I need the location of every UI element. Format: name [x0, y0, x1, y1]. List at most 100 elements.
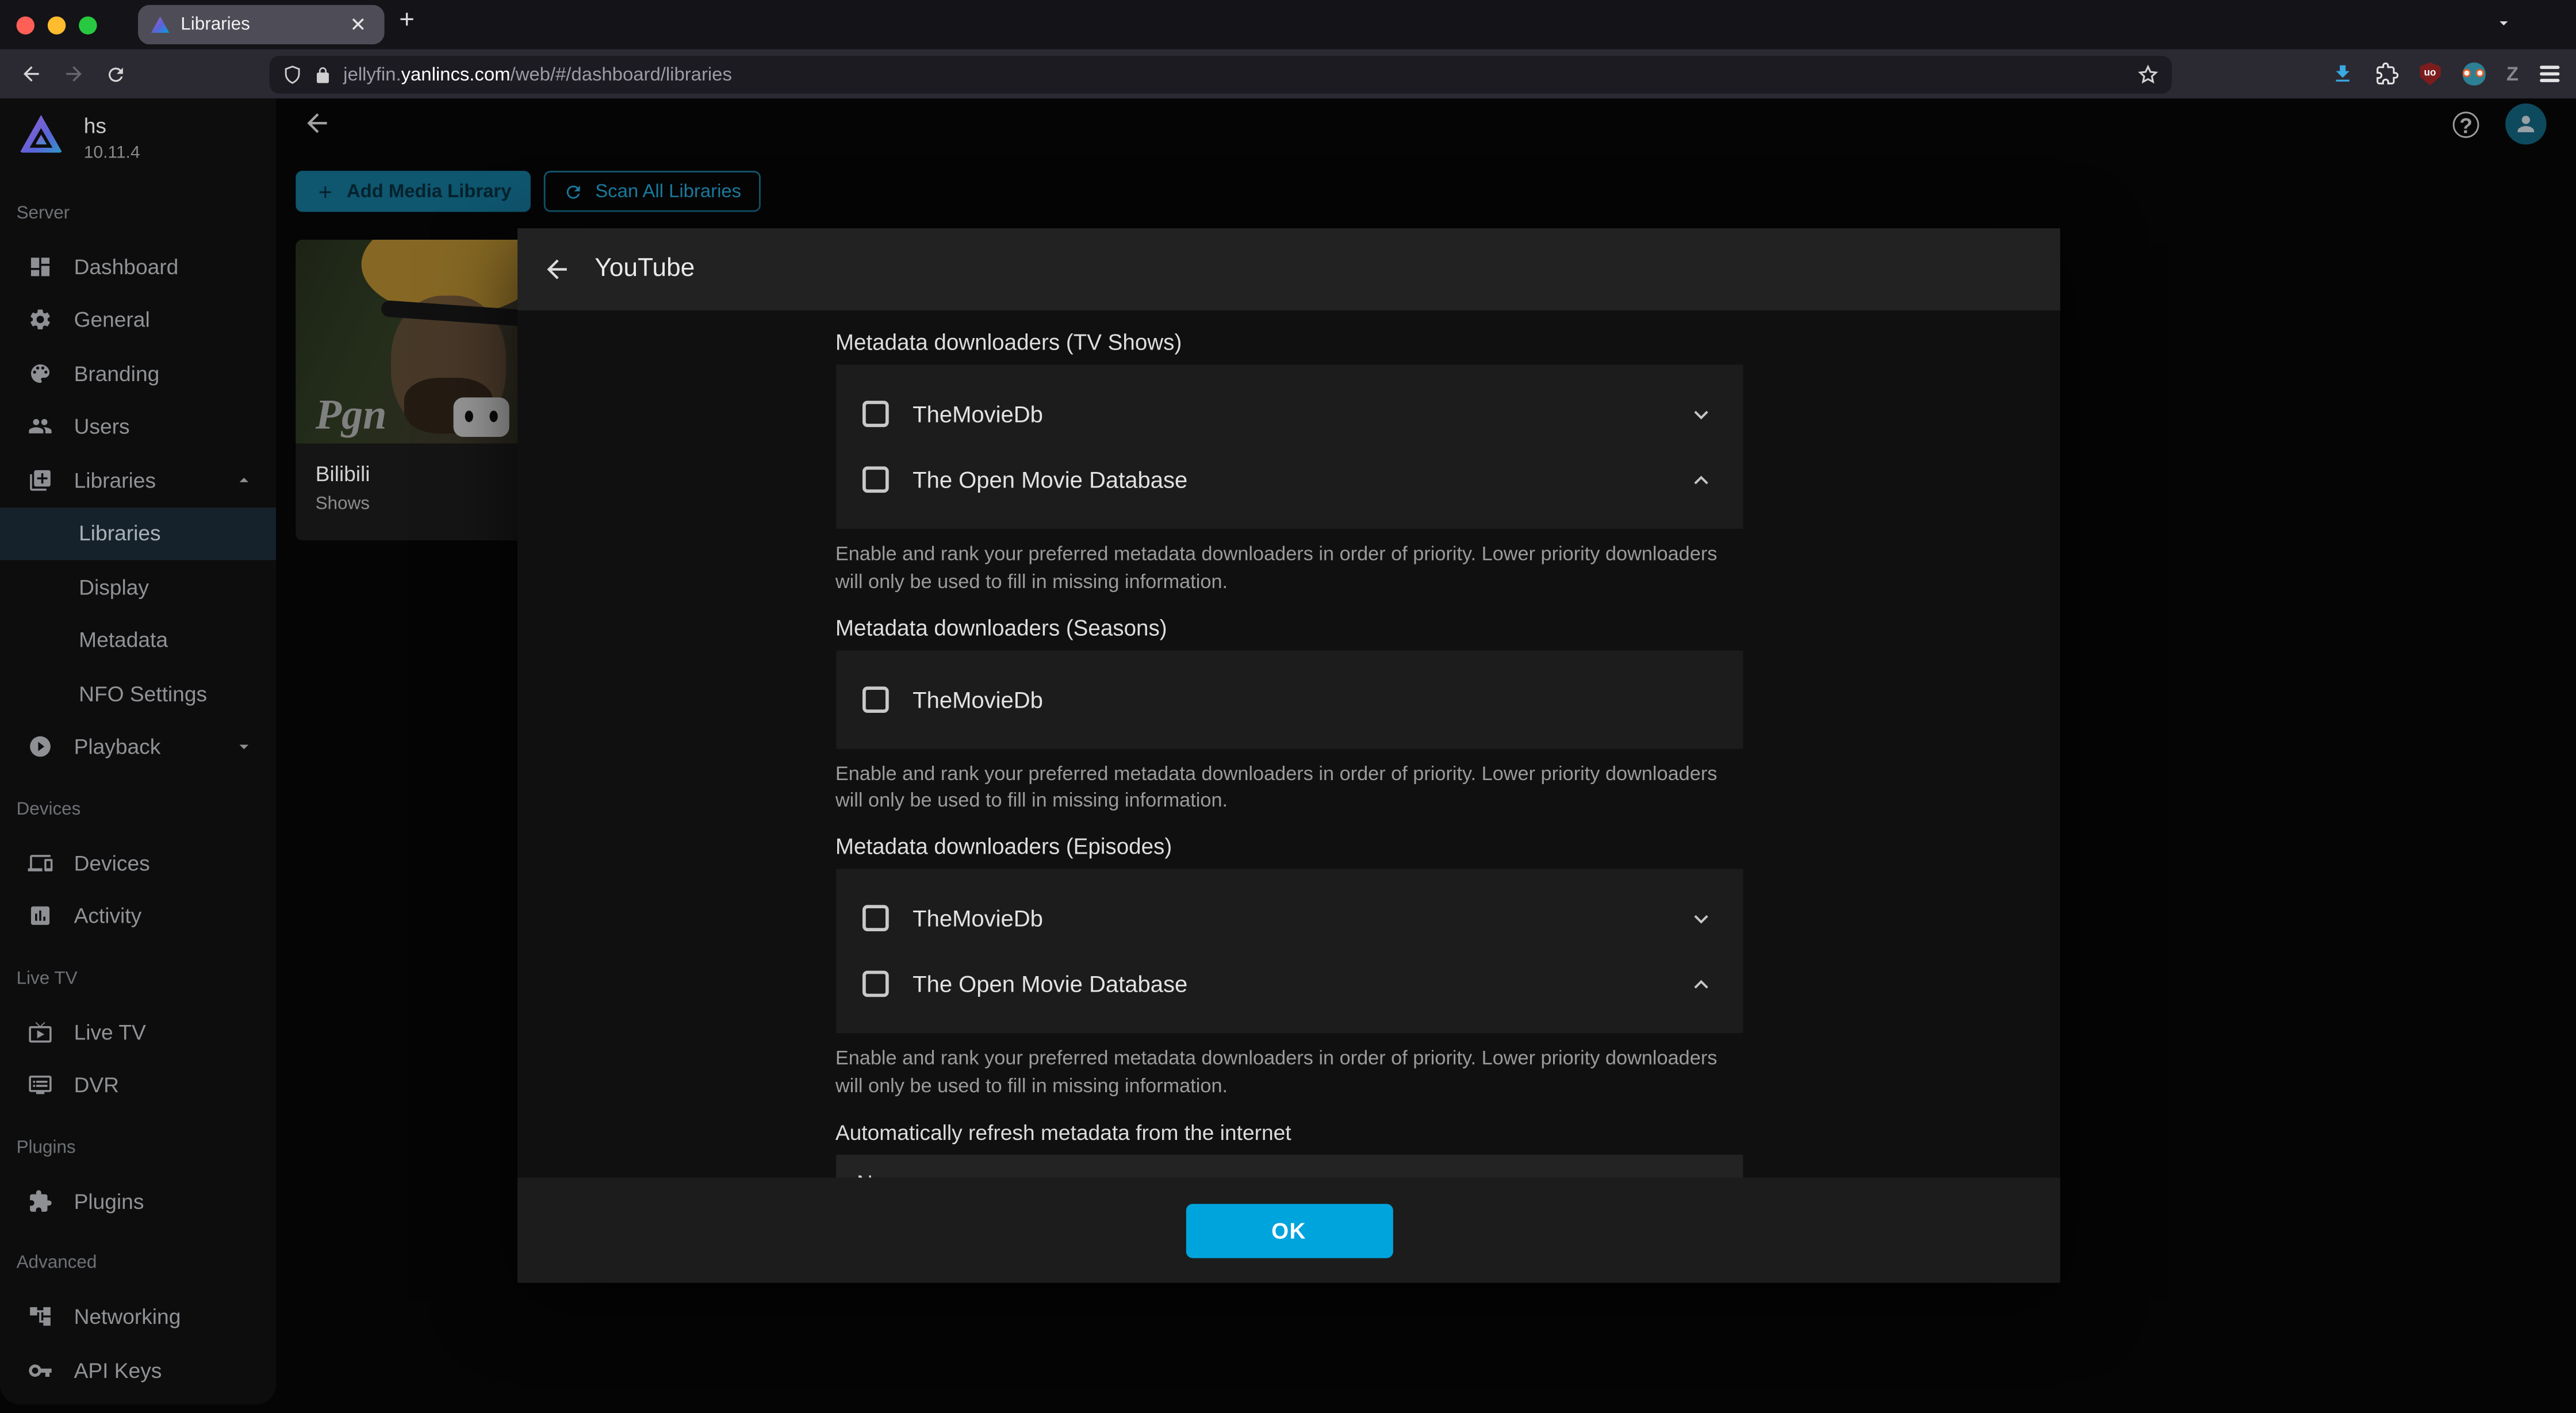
lock-icon[interactable]: [314, 65, 332, 85]
sidebar-item-display[interactable]: Display: [0, 560, 276, 613]
downloader-name: The Open Movie Database: [913, 466, 1187, 493]
sort-up-icon[interactable]: [1688, 467, 1713, 492]
sidebar-item-label: API Keys: [74, 1358, 162, 1383]
sort-up-icon[interactable]: [1688, 972, 1713, 997]
add-media-library-button[interactable]: Add Media Library: [296, 171, 531, 212]
downloader-name: TheMovieDb: [913, 686, 1043, 712]
downloader-row[interactable]: TheMovieDb: [835, 666, 1742, 732]
sidebar-item-metadata[interactable]: Metadata: [0, 613, 276, 667]
sidebar-item-label: Dashboard: [74, 254, 179, 279]
sidebar-item-dashboard[interactable]: Dashboard: [0, 240, 276, 293]
forward-icon[interactable]: [63, 63, 86, 86]
sidebar-item-activity[interactable]: Activity: [0, 889, 276, 943]
window-zoom-button[interactable]: [79, 16, 97, 33]
server-header: hs 10.11.4: [0, 98, 276, 185]
live-tv-icon: [28, 1020, 53, 1045]
shield-icon[interactable]: [282, 64, 302, 85]
menu-hamburger-icon[interactable]: [2540, 66, 2559, 82]
downloader-row[interactable]: The Open Movie Database: [835, 951, 1742, 1017]
sidebar-group-devices: Devices: [0, 782, 276, 836]
chevron-down-icon: [233, 736, 255, 758]
sidebar-item-devices[interactable]: Devices: [0, 836, 276, 889]
sidebar-item-branding[interactable]: Branding: [0, 347, 276, 400]
sidebar-item-label: Playback: [74, 735, 161, 759]
sidebar-item-label: Activity: [74, 904, 142, 928]
downloader-row[interactable]: TheMovieDb: [835, 381, 1742, 447]
help-text: Enable and rank your preferred metadata …: [835, 1045, 1742, 1100]
sidebar-item-label: Branding: [74, 361, 160, 386]
sidebar-item-libraries-sub[interactable]: Libraries: [0, 506, 276, 560]
play-circle-icon: [28, 735, 53, 759]
jellyfin-favicon-icon: [151, 17, 169, 33]
sidebar-item-dvr[interactable]: DVR: [0, 1058, 276, 1112]
goggles-extension-icon[interactable]: [2462, 63, 2485, 86]
server-name: hs: [84, 115, 140, 138]
sidebar-group-server: Server: [0, 186, 276, 240]
browser-tab[interactable]: Libraries ✕: [138, 5, 385, 45]
checkbox[interactable]: [862, 466, 888, 493]
sidebar-item-users[interactable]: Users: [0, 400, 276, 454]
downloads-icon[interactable]: [2330, 63, 2353, 86]
metadata-dialog: YouTube Metadata downloaders (TV Shows) …: [518, 228, 2060, 1283]
sidebar-item-label: NFO Settings: [79, 681, 207, 706]
scan-all-libraries-button[interactable]: Scan All Libraries: [545, 171, 761, 212]
checkbox[interactable]: [862, 686, 888, 712]
ublock-extension-icon[interactable]: uo: [2420, 63, 2441, 86]
user-avatar[interactable]: [2505, 103, 2546, 144]
window-controls: [17, 16, 97, 33]
window-minimize-button[interactable]: [48, 16, 66, 33]
sidebar-item-label: Metadata: [79, 628, 168, 652]
dvr-icon: [28, 1073, 53, 1097]
sidebar-item-label: DVR: [74, 1073, 119, 1097]
sidebar-item-general[interactable]: General: [0, 293, 276, 347]
help-icon[interactable]: ?: [2453, 112, 2479, 138]
sidebar-item-label: Libraries: [74, 468, 156, 493]
refresh-interval-select[interactable]: Never: [835, 1154, 1742, 1178]
sort-down-icon[interactable]: [1688, 402, 1713, 427]
sidebar-item-live-tv[interactable]: Live TV: [0, 1005, 276, 1059]
help-text: Enable and rank your preferred metadata …: [835, 540, 1742, 596]
reload-icon[interactable]: [105, 63, 126, 85]
activity-chart-icon: [28, 904, 53, 928]
extensions-puzzle-icon[interactable]: [2375, 63, 2398, 86]
downloader-name: TheMovieDb: [913, 905, 1043, 932]
checkbox[interactable]: [862, 401, 888, 427]
sidebar-item-label: Users: [74, 414, 130, 439]
bookmark-star-icon[interactable]: [2137, 64, 2159, 85]
tab-list-chevron-icon[interactable]: [2494, 13, 2513, 33]
scan-all-libraries-label: Scan All Libraries: [595, 182, 741, 201]
back-icon[interactable]: [20, 63, 43, 86]
downloader-row[interactable]: TheMovieDb: [835, 886, 1742, 951]
sidebar-item-networking[interactable]: Networking: [0, 1290, 276, 1343]
page-back-arrow-icon[interactable]: [302, 109, 332, 138]
sidebar-item-playback[interactable]: Playback: [0, 720, 276, 774]
zotero-extension-icon[interactable]: Z: [2506, 63, 2518, 86]
sidebar-item-nfo-settings[interactable]: NFO Settings: [0, 667, 276, 720]
checkbox[interactable]: [862, 971, 888, 997]
ok-button[interactable]: OK: [1185, 1203, 1392, 1257]
select-chevron-icon: [1696, 1172, 1721, 1178]
sidebar-item-plugins[interactable]: Plugins: [0, 1174, 276, 1228]
sidebar-group-livetv: Live TV: [0, 951, 276, 1005]
downloader-name: TheMovieDb: [913, 401, 1043, 427]
tab-close-icon[interactable]: ✕: [345, 13, 371, 36]
people-icon: [28, 414, 53, 439]
url-bar[interactable]: jellyfin.yanlincs.com/web/#/dashboard/li…: [270, 56, 2172, 94]
network-icon: [28, 1304, 53, 1329]
url-path: /web/#/dashboard/libraries: [511, 65, 732, 85]
sort-down-icon[interactable]: [1688, 906, 1713, 931]
sidebar-item-api-keys[interactable]: API Keys: [0, 1343, 276, 1397]
dialog-back-arrow-icon[interactable]: [542, 255, 572, 284]
sidebar-item-libraries[interactable]: Libraries: [0, 454, 276, 507]
screen: Libraries ✕ + jellyfin.yanlincs.com/web/…: [0, 0, 2576, 1412]
dialog-body: Metadata downloaders (TV Shows) TheMovie…: [518, 310, 2060, 1178]
checkbox[interactable]: [862, 905, 888, 932]
url-text[interactable]: jellyfin.yanlincs.com/web/#/dashboard/li…: [343, 65, 2124, 85]
window-close-button[interactable]: [17, 16, 34, 33]
new-tab-button[interactable]: +: [399, 6, 415, 36]
plus-icon: [316, 182, 335, 201]
sidebar-group-advanced: Advanced: [0, 1236, 276, 1290]
downloader-row[interactable]: The Open Movie Database: [835, 447, 1742, 512]
devices-icon: [28, 850, 53, 875]
refresh-metadata-label: Automatically refresh metadata from the …: [835, 1120, 1742, 1145]
